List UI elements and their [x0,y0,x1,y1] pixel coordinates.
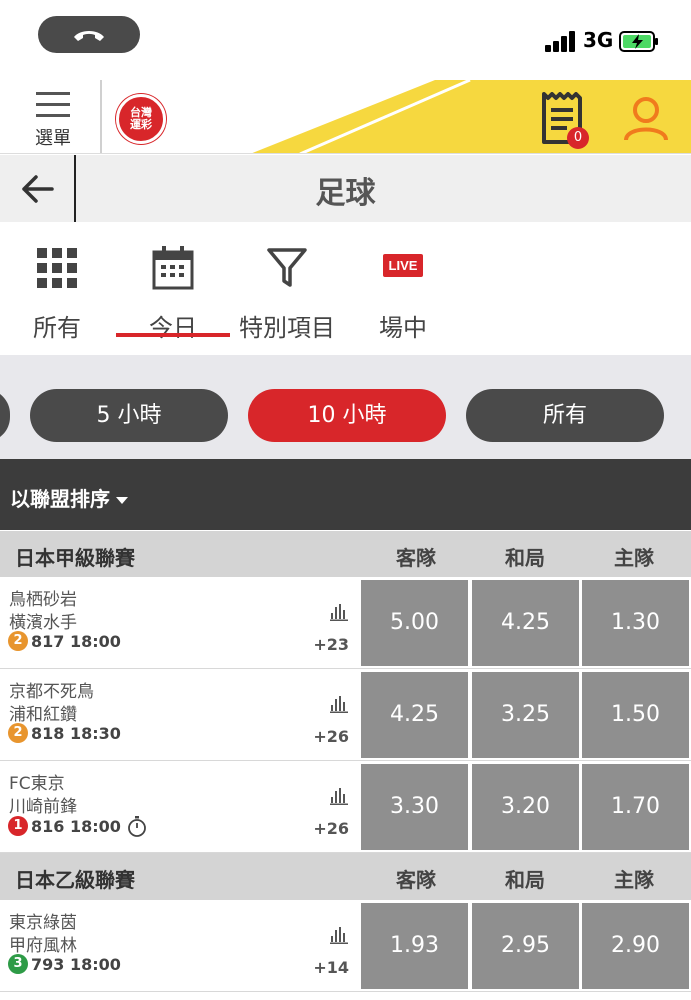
stats-chart-icon[interactable] [330,926,348,944]
more-markets-count[interactable]: +14 [300,958,349,977]
phone-icon [74,30,104,41]
match-code: 818 [31,723,65,743]
column-home: 主隊 [614,868,654,892]
more-markets-count[interactable]: +23 [300,635,349,654]
sort-dropdown[interactable]: 以聯盟排序 [10,483,128,512]
match-row[interactable]: 京都不死鳥 浦和紅鑽 2 818 18:30 +26 4.25 3.25 1.5… [0,669,691,761]
stats-chart-icon[interactable] [330,787,348,805]
tab-all[interactable]: 所有 [0,244,117,343]
away-team: 東京綠茵 [9,913,77,933]
tab-today-label: 今日 [149,314,197,342]
column-draw: 和局 [505,868,545,892]
match-row[interactable]: 鳥栖砂岩 橫濱水手 2 817 18:00 +23 5.00 4.25 1.30 [0,577,691,669]
odds-away[interactable]: 5.00 [361,580,468,666]
away-team: FC東京 [9,774,65,794]
odds-away[interactable]: 4.25 [361,672,468,758]
signal-strength-icon [545,30,577,52]
odds-draw[interactable]: 2.95 [472,903,579,989]
sort-label: 以聯盟排序 [10,487,110,511]
calendar-icon [152,246,194,290]
stopwatch-icon [128,816,146,837]
home-team: 橫濱水手 [9,613,77,633]
odds-home[interactable]: 2.90 [582,903,689,989]
match-code: 817 [31,631,65,651]
filter-tabs: 所有 今日 特別項目 LIVE 場中 [0,222,691,355]
filter-icon [267,248,307,287]
stats-chart-icon[interactable] [330,603,348,621]
league-name: 日本甲級聯賽 [15,546,135,570]
more-markets-count[interactable]: +26 [300,727,349,746]
odds-draw[interactable]: 3.20 [472,764,579,850]
match-code: 816 [31,816,65,836]
time-filter-bar: 5 小時 10 小時 所有 [0,355,691,459]
odds-draw[interactable]: 3.25 [472,672,579,758]
stats-chart-icon[interactable] [330,695,348,713]
user-profile-icon[interactable] [622,94,670,142]
odds-away[interactable]: 3.30 [361,764,468,850]
match-row[interactable]: FC東京 川崎前鋒 1 816 18:00 +26 3.30 3.20 1.70 [0,761,691,853]
logo-text: 台灣運彩 [130,106,152,131]
match-meta: 2 817 18:00 [8,631,121,651]
home-team: 浦和紅鑽 [9,705,77,725]
active-call-indicator[interactable] [38,16,140,53]
column-away: 客隊 [396,868,436,892]
app-header: 選單 台灣運彩 0 [0,80,691,154]
match-number-badge: 2 [8,723,28,743]
match-meta: 2 818 18:30 [8,723,121,743]
column-draw: 和局 [505,546,545,570]
column-away: 客隊 [396,546,436,570]
odds-draw[interactable]: 4.25 [472,580,579,666]
sort-bar: 以聯盟排序 [0,459,691,530]
match-time: 18:00 [69,631,121,651]
battery-charging-icon [619,31,658,52]
away-team: 鳥栖砂岩 [9,590,77,610]
away-team: 京都不死鳥 [9,682,94,702]
title-bar: 足球 [0,155,691,222]
tab-live-label: 場中 [379,314,427,342]
menu-label: 選單 [35,128,71,149]
match-row[interactable]: 東京綠茵 甲府風林 3 793 18:00 +14 1.93 2.95 2.90 [0,900,691,992]
tab-today[interactable]: 今日 [113,244,233,343]
time-filter-5h[interactable]: 5 小時 [30,389,228,442]
odds-home[interactable]: 1.70 [582,764,689,850]
time-filter-offscreen[interactable] [0,389,10,442]
match-time: 18:00 [69,816,121,836]
match-number-badge: 2 [8,631,28,651]
column-home: 主隊 [614,546,654,570]
match-meta: 3 793 18:00 [8,954,121,974]
header-divider [100,80,102,153]
menu-button[interactable]: 選單 [20,92,86,152]
tab-special[interactable]: 特別項目 [227,244,347,343]
odds-home[interactable]: 1.30 [582,580,689,666]
league-name: 日本乙級聯賽 [15,868,135,892]
sports-lottery-logo[interactable]: 台灣運彩 [116,94,166,144]
grid-icon [37,248,77,288]
hamburger-icon [36,92,70,118]
tab-all-label: 所有 [33,314,81,342]
status-bar: 3G [0,0,691,80]
odds-home[interactable]: 1.50 [582,672,689,758]
odds-away[interactable]: 1.93 [361,903,468,989]
live-badge: LIVE [382,254,424,277]
more-markets-count[interactable]: +26 [300,819,349,838]
tab-live[interactable]: LIVE 場中 [343,244,463,343]
league-header: 日本甲級聯賽 客隊 和局 主隊 [0,531,691,578]
time-filter-all[interactable]: 所有 [466,389,664,442]
league-header: 日本乙級聯賽 客隊 和局 主隊 [0,853,691,900]
time-filter-10h[interactable]: 10 小時 [248,389,446,442]
network-type: 3G [583,28,614,52]
match-code: 793 [31,954,65,974]
home-team: 甲府風林 [9,936,77,956]
match-meta: 1 816 18:00 [8,815,147,837]
betslip-count-badge: 0 [567,127,589,149]
caret-down-icon [116,497,128,504]
match-number-badge: 3 [8,954,28,974]
match-number-badge: 1 [8,816,28,836]
match-time: 18:30 [69,723,121,743]
active-tab-indicator [116,333,230,337]
tab-special-label: 特別項目 [239,314,335,342]
home-team: 川崎前鋒 [9,797,77,817]
match-time: 18:00 [69,954,121,974]
page-title: 足球 [315,176,376,211]
